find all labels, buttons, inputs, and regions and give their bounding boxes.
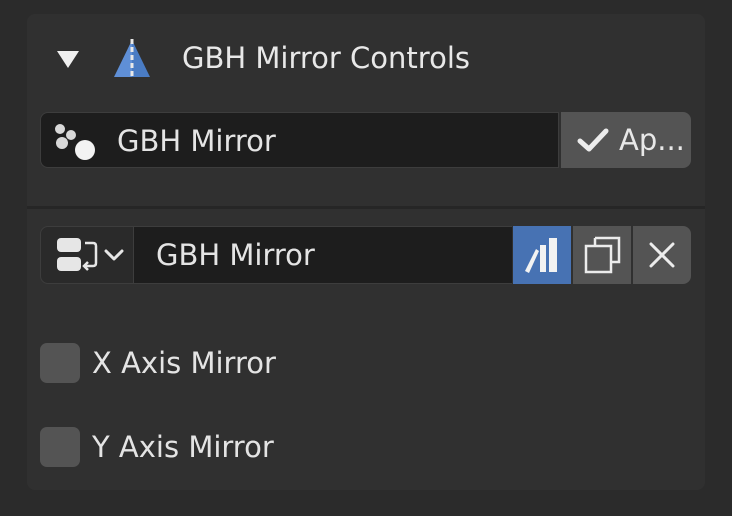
node-tree-field[interactable]: GBH Mirror (40, 112, 559, 168)
apply-button[interactable]: Ap... (561, 112, 691, 168)
checkmark-icon (577, 128, 609, 152)
y-axis-mirror-option[interactable]: Y Axis Mirror (40, 425, 440, 469)
duplicate-icon (584, 236, 621, 274)
mirror-triangle-icon (114, 39, 150, 78)
triangle-down-icon[interactable] (55, 48, 81, 70)
datablock-name-field[interactable]: GBH Mirror (134, 226, 512, 284)
node-tree-name: GBH Mirror (117, 124, 276, 158)
panel-header[interactable]: GBH Mirror Controls (27, 14, 705, 100)
datablock-name: GBH Mirror (156, 238, 315, 272)
panel-title: GBH Mirror Controls (182, 41, 470, 75)
section-divider (27, 206, 705, 209)
browse-modifier-button[interactable] (40, 226, 134, 284)
mirror-controls-panel: GBH Mirror Controls GBH Mirror Ap... GBH… (27, 14, 705, 490)
library-books-icon (525, 238, 557, 273)
node-dots-icon (55, 124, 95, 160)
chevron-down-icon (104, 249, 124, 261)
unlink-button[interactable] (633, 226, 691, 284)
close-icon (649, 242, 675, 268)
duplicate-button[interactable] (573, 226, 631, 284)
x-axis-mirror-checkbox[interactable] (40, 343, 80, 383)
y-axis-mirror-label: Y Axis Mirror (92, 430, 274, 464)
x-axis-mirror-label: X Axis Mirror (92, 346, 276, 380)
x-axis-mirror-option[interactable]: X Axis Mirror (40, 341, 440, 385)
fake-user-button[interactable] (513, 226, 571, 284)
y-axis-mirror-checkbox[interactable] (40, 427, 80, 467)
modifier-browse-icon (57, 238, 98, 271)
apply-label: Ap... (619, 123, 685, 157)
